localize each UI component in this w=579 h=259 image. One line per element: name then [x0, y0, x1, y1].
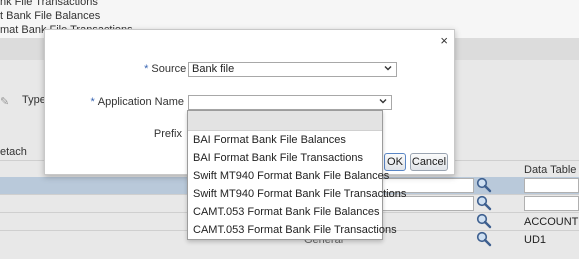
- prefix-label: Prefix: [153, 128, 182, 140]
- background-detach-label[interactable]: etach: [0, 146, 27, 158]
- search-icon[interactable]: [476, 195, 492, 211]
- application-name-dropdown: BAI Format Bank File Balances BAI Format…: [187, 110, 406, 240]
- ok-button[interactable]: OK: [384, 153, 406, 171]
- application-name-select[interactable]: [188, 95, 392, 110]
- background-line-1: nk File Transactions: [0, 0, 98, 8]
- cancel-button[interactable]: Cancel: [410, 153, 448, 171]
- search-icon[interactable]: [476, 213, 492, 229]
- table-input[interactable]: [524, 178, 579, 193]
- search-icon[interactable]: [476, 177, 492, 193]
- chevron-down-icon: [384, 66, 392, 71]
- dropdown-option[interactable]: Swift MT940 Format Bank File Balances: [188, 167, 389, 185]
- background-type-label: Type: [22, 94, 46, 106]
- search-icon[interactable]: [476, 231, 492, 247]
- source-system-select[interactable]: Bank file: [188, 62, 397, 77]
- dropdown-option[interactable]: CAMT.053 Format Bank File Transactions: [188, 221, 397, 239]
- application-name-label: * Application Name: [91, 96, 185, 108]
- dropdown-empty-option[interactable]: [188, 111, 382, 131]
- application-name-label-text: Application Name: [97, 96, 184, 108]
- chevron-down-icon: [379, 99, 387, 104]
- dropdown-option[interactable]: CAMT.053 Format Bank File Balances: [188, 203, 382, 221]
- source-system-value: Bank file: [192, 63, 235, 75]
- data-table-column-header: Data Table C: [524, 164, 579, 176]
- background-line-2: t Bank File Balances: [0, 10, 101, 22]
- close-icon[interactable]: ×: [440, 33, 448, 48]
- dropdown-option[interactable]: Swift MT940 Format Bank File Transaction…: [188, 185, 406, 203]
- table-cell: UD1: [524, 234, 547, 246]
- required-marker: *: [90, 96, 95, 108]
- background-icon: ✎: [0, 96, 10, 108]
- required-marker: *: [144, 63, 149, 75]
- dropdown-option[interactable]: BAI Format Bank File Transactions: [188, 149, 382, 167]
- table-cell: ACCOUNT: [524, 216, 579, 228]
- table-input[interactable]: [524, 196, 579, 211]
- dropdown-option[interactable]: BAI Format Bank File Balances: [188, 131, 382, 149]
